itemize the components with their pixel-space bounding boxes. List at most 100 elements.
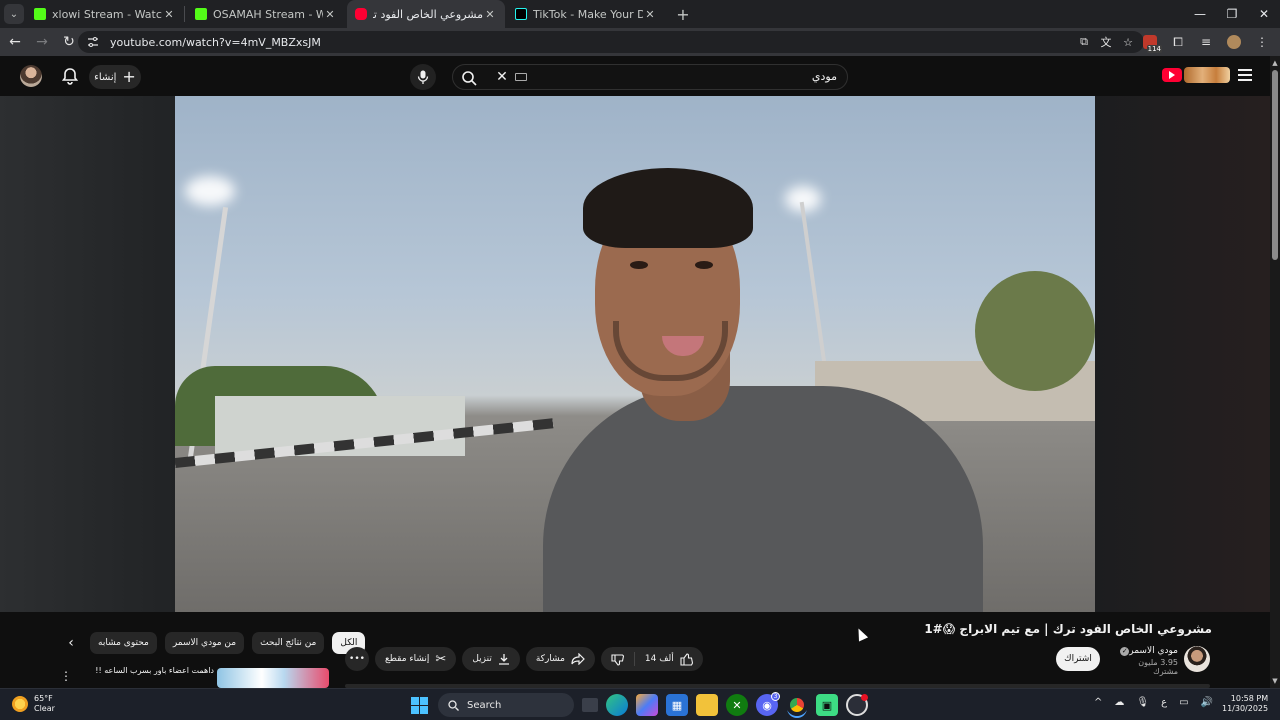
minimize-icon[interactable]: —	[1184, 0, 1216, 28]
file-explorer-icon[interactable]	[696, 694, 718, 716]
obs-icon[interactable]	[846, 694, 868, 716]
media-controls-icon[interactable]: ≡	[1194, 30, 1218, 54]
browser-tab-tiktok[interactable]: TikTok - Make Your Day ✕	[507, 0, 665, 28]
mouse-cursor-icon	[853, 626, 869, 642]
microsoft-store-icon[interactable]: ▦	[666, 694, 688, 716]
translate-icon[interactable]: 文	[1098, 34, 1114, 50]
thumbs-down-icon	[611, 653, 624, 666]
more-horiz-icon: •••	[349, 654, 365, 664]
clip-button[interactable]: إنشاء مقطع ✂	[375, 647, 457, 671]
search-icon[interactable]	[459, 68, 479, 88]
restore-icon[interactable]: ❐	[1216, 0, 1248, 28]
profile-avatar-icon[interactable]	[1222, 30, 1246, 54]
chrome-icon[interactable]	[786, 694, 808, 716]
browser-tab-youtube[interactable]: مشروعي الخاص الفود ترك | مع تـ ✕	[347, 0, 505, 28]
download-button[interactable]: تنزيل	[462, 647, 520, 671]
search-input[interactable]: ✕ مودي	[452, 64, 848, 90]
youtube-logo[interactable]	[1162, 67, 1230, 83]
voice-search-mic-icon[interactable]	[410, 64, 436, 90]
taskbar-search-box[interactable]: Search	[438, 693, 574, 717]
page-scrollbar[interactable]: ▲ ▼	[1270, 56, 1280, 688]
sun-weather-icon	[12, 696, 28, 712]
scroll-down-arrow-icon[interactable]: ▼	[1270, 676, 1280, 686]
recommendation-more-kebab-icon[interactable]: ⋮	[60, 668, 72, 684]
chevron-left-icon[interactable]: ‹	[60, 632, 82, 654]
tab-title: مشروعي الخاص الفود ترك | مع تـ	[373, 7, 483, 21]
channel-info[interactable]: مودي الاسمر✓ 3.95 مليون مشترك	[1112, 646, 1178, 676]
scroll-up-arrow-icon[interactable]: ▲	[1270, 58, 1280, 68]
account-avatar[interactable]	[20, 65, 42, 87]
channel-avatar[interactable]	[1184, 646, 1210, 672]
create-label: إنشاء	[94, 71, 117, 83]
kick-favicon-icon	[34, 8, 46, 20]
task-view-icon[interactable]	[582, 698, 598, 712]
tray-overflow-chevron-icon[interactable]: ^	[1094, 697, 1102, 708]
volume-icon[interactable]: 🔊	[1201, 697, 1213, 708]
xbox-icon[interactable]: ✕	[726, 694, 748, 716]
share-button[interactable]: مشاركة	[525, 647, 595, 671]
microphone-icon[interactable]: 🎙	[1136, 697, 1149, 708]
edge-browser-icon[interactable]	[606, 694, 628, 716]
dislike-button[interactable]	[601, 647, 634, 671]
clear-search-icon[interactable]: ✕	[493, 68, 511, 86]
omnibox-actions: ⧉ 文 ☆	[1076, 34, 1136, 50]
close-tab-icon[interactable]: ✕	[643, 8, 657, 21]
browser-tab-kick-osamah[interactable]: OSAMAH Stream - Watch Live o ✕	[187, 0, 345, 28]
address-bar[interactable]: youtube.com/watch?v=4mV_MBZxsJM ⧉ 文 ☆	[78, 31, 1144, 53]
install-app-icon[interactable]: ⧉	[1076, 34, 1092, 50]
notifications-bell-icon[interactable]	[60, 66, 80, 86]
plus-icon: +	[122, 67, 136, 86]
video-frame-person-eye	[630, 261, 648, 269]
back-arrow-icon[interactable]: ←	[3, 30, 27, 54]
recommended-video-title[interactable]: داهمت اعضاء باور بسرب الساعه !!	[88, 666, 214, 675]
windows-start-icon[interactable]	[408, 694, 430, 716]
video-player[interactable]	[175, 96, 1095, 612]
keyboard-icon[interactable]	[515, 73, 527, 81]
android-studio-icon[interactable]: ▣	[816, 694, 838, 716]
tab-title: OSAMAH Stream - Watch Live o	[213, 7, 323, 21]
video-frame-light	[185, 176, 235, 206]
browser-tab-kick-xlowi[interactable]: xlowi Stream - Watch Live on Ki ✕	[26, 0, 184, 28]
onedrive-cloud-icon[interactable]: ☁	[1114, 697, 1124, 708]
create-button[interactable]: إنشاء +	[89, 65, 141, 89]
chip-from-search[interactable]: من نتائج البحث	[252, 632, 325, 654]
chip-similar[interactable]: محتوى مشابه	[90, 632, 157, 654]
close-tab-icon[interactable]: ✕	[323, 8, 337, 21]
input-language-icon[interactable]: ع	[1161, 697, 1167, 708]
toolbar-right-actions: 114 ⧠ ≡ ⋮	[1138, 30, 1274, 54]
chip-from-channel[interactable]: من مودي الاسمر	[164, 632, 245, 654]
kick-favicon-icon	[195, 8, 207, 20]
tiktok-favicon-icon	[515, 8, 527, 20]
bookmark-star-icon[interactable]: ☆	[1120, 34, 1136, 50]
recommended-video-thumbnail[interactable]	[217, 668, 329, 688]
subscriber-count: 3.95 مليون مشترك	[1138, 658, 1178, 676]
search-query-text: مودي	[811, 70, 837, 83]
site-info-tune-icon[interactable]	[86, 35, 100, 49]
more-actions-button[interactable]: •••	[345, 647, 369, 671]
extensions-puzzle-icon[interactable]: ⧠	[1166, 30, 1190, 54]
new-tab-plus-icon[interactable]: +	[671, 2, 695, 26]
network-icon[interactable]: ▭	[1179, 697, 1188, 708]
taskbar-clock[interactable]: 10:58 PM 11/30/2025	[1222, 694, 1268, 714]
like-button[interactable]: 14 ألف	[635, 647, 703, 671]
windows-taskbar: 65°F Clear Search ▦ ✕ ◉ 3 ▣ ^ ☁ 🎙 ع ▭ 🔊 10…	[0, 688, 1280, 720]
close-window-icon[interactable]: ✕	[1248, 0, 1280, 28]
discord-icon[interactable]: ◉ 3	[756, 692, 780, 716]
subscribe-button[interactable]: اشتراك	[1056, 647, 1100, 671]
discord-badge: 3	[771, 692, 780, 701]
video-frame-person-shirt	[543, 386, 983, 612]
close-tab-icon[interactable]: ✕	[162, 8, 176, 21]
download-icon	[498, 654, 509, 665]
like-count: 14 ألف	[644, 654, 674, 664]
forward-arrow-icon[interactable]: →	[30, 30, 54, 54]
browser-menu-kebab-icon[interactable]: ⋮	[1250, 30, 1274, 54]
browser-tab-strip: ⌄ xlowi Stream - Watch Live on Ki ✕ OSAM…	[0, 0, 1280, 28]
guide-menu-icon[interactable]	[1238, 69, 1252, 81]
weather-widget[interactable]: 65°F Clear	[12, 694, 55, 714]
extension-red-icon[interactable]: 114	[1138, 30, 1162, 54]
close-tab-icon[interactable]: ✕	[483, 8, 497, 21]
scrollbar-thumb[interactable]	[1272, 70, 1278, 260]
copilot-icon[interactable]	[636, 694, 658, 716]
youtube-doodle-logo	[1184, 67, 1230, 83]
tab-search-chevron-icon[interactable]: ⌄	[4, 4, 24, 24]
